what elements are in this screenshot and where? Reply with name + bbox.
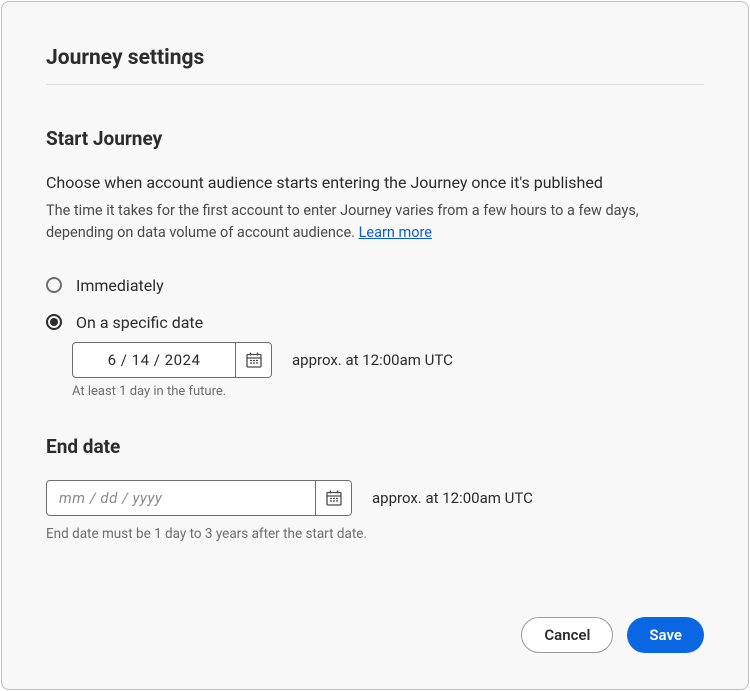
calendar-icon	[325, 489, 343, 507]
start-date-block: 6 / 14 / 2024	[72, 342, 704, 399]
calendar-icon	[245, 351, 263, 369]
end-date-section: End date mm / dd / yyyy	[46, 435, 704, 542]
radio-option-immediately[interactable]: Immediately	[46, 276, 704, 295]
radio-immediately-label: Immediately	[76, 276, 164, 295]
start-date-hint: At least 1 day in the future.	[72, 384, 704, 399]
journey-settings-dialog: Journey settings Start Journey Choose wh…	[1, 1, 749, 690]
start-subtitle: Choose when account audience starts ente…	[46, 172, 704, 194]
radio-option-specific-date[interactable]: On a specific date	[46, 313, 704, 332]
radio-specific-date-icon	[46, 314, 62, 330]
start-date-calendar-button[interactable]	[235, 343, 271, 377]
end-heading: End date	[46, 435, 704, 458]
end-date-calendar-button[interactable]	[315, 481, 351, 515]
learn-more-link[interactable]: Learn more	[359, 224, 432, 241]
dialog-title: Journey settings	[46, 46, 704, 85]
start-date-approx: approx. at 12:00am UTC	[292, 351, 453, 369]
start-helper-text: The time it takes for the first account …	[46, 202, 639, 241]
start-radio-group: Immediately On a specific date 6 / 14 / …	[46, 276, 704, 399]
end-date-placeholder: mm / dd / yyyy	[47, 481, 315, 515]
radio-immediately-icon	[46, 277, 62, 293]
dialog-button-row: Cancel Save	[46, 617, 704, 653]
end-date-approx: approx. at 12:00am UTC	[372, 489, 533, 507]
start-helper: The time it takes for the first account …	[46, 200, 704, 244]
start-date-value: 6 / 14 / 2024	[73, 343, 235, 377]
radio-specific-date-label: On a specific date	[76, 313, 203, 332]
save-button[interactable]: Save	[627, 617, 704, 653]
end-date-input[interactable]: mm / dd / yyyy	[46, 480, 352, 516]
cancel-button[interactable]: Cancel	[521, 617, 613, 653]
end-date-hint: End date must be 1 day to 3 years after …	[46, 526, 704, 542]
start-journey-section: Start Journey Choose when account audien…	[46, 127, 704, 435]
start-date-input[interactable]: 6 / 14 / 2024	[72, 342, 272, 378]
start-heading: Start Journey	[46, 127, 704, 150]
